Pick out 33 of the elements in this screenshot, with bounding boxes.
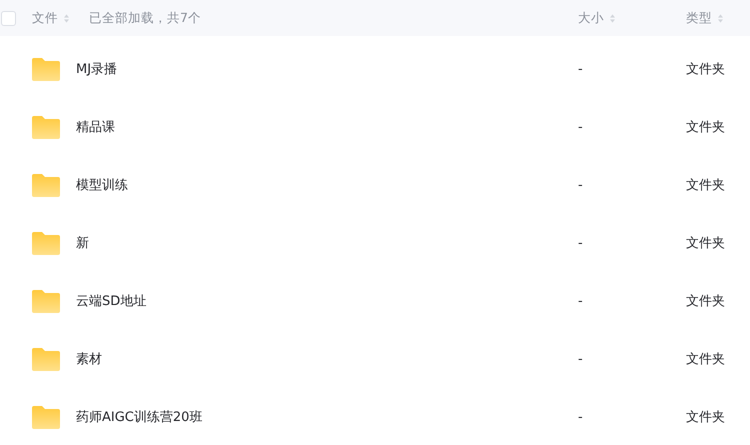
size-cell: - [578,120,583,134]
type-cell-text: 文件夹 [686,409,725,426]
folder-icon [32,115,60,139]
type-cell-text: 文件夹 [686,119,725,136]
folder-icon [32,289,60,313]
file-name[interactable]: 新 [76,234,89,252]
folder-icon [32,405,60,429]
type-cell-text: 文件夹 [686,235,725,252]
sort-icon[interactable] [64,14,69,22]
size-cell: - [578,410,583,424]
folder-icon [32,231,60,255]
file-name[interactable]: 模型训练 [76,176,128,194]
folder-icon [32,173,60,197]
size-cell: - [578,352,583,366]
type-cell-text: 文件夹 [686,293,725,310]
file-name[interactable]: 精品课 [76,118,115,136]
file-name[interactable]: 云端SD地址 [76,292,146,310]
type-cell-text: 文件夹 [686,61,725,78]
size-cell: - [578,62,583,76]
sort-icon[interactable] [718,14,723,22]
size-cell: - [578,294,583,308]
file-name[interactable]: MJ录播 [76,60,118,78]
type-cell-text: 文件夹 [686,177,725,194]
file-name[interactable]: 药师AIGC训练营20班 [76,408,202,426]
select-all-checkbox[interactable] [0,10,16,26]
size-cell: - [578,178,583,192]
file-name[interactable]: 素材 [76,350,102,368]
type-cell-text: 文件夹 [686,351,725,368]
folder-icon [32,57,60,81]
folder-icon [32,347,60,371]
sort-icon[interactable] [610,14,615,22]
size-cell: - [578,236,583,250]
load-status: 已全部加载，共7个 [89,10,201,26]
